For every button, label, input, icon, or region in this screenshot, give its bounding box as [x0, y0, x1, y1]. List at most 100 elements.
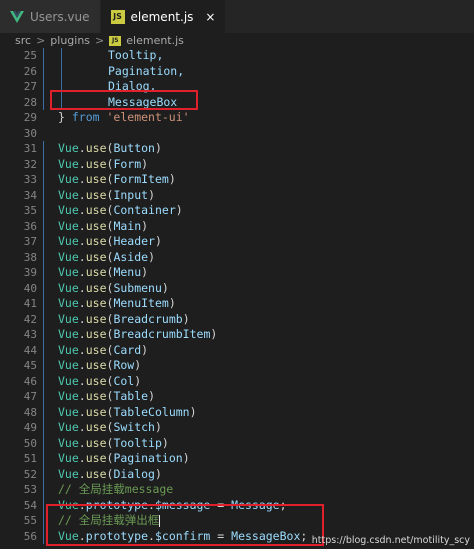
- line-number: 42: [23, 312, 37, 326]
- line-number: 56: [23, 529, 37, 543]
- code-text: Vue.use(Submenu): [58, 280, 169, 295]
- line-number: 40: [23, 281, 37, 295]
- code-text: Vue.use(Menu): [58, 265, 149, 279]
- code-comment: // 全局挂载message: [58, 482, 174, 496]
- line-number: 55: [23, 514, 37, 527]
- vue-icon: [10, 10, 24, 23]
- code-text: Vue.use(Container): [58, 203, 183, 217]
- line-number: 31: [23, 142, 37, 155]
- line-number: 28: [23, 95, 37, 109]
- line-number: 32: [23, 157, 37, 171]
- line-number: 53: [23, 483, 37, 496]
- code-line[interactable]: 42 Vue.use(Breadcrumb): [0, 312, 474, 328]
- line-number: 47: [23, 390, 37, 403]
- code-line[interactable]: 43 Vue.use(BreadcrumbItem): [0, 327, 474, 343]
- js-icon: JS: [109, 35, 122, 46]
- breadcrumb: src > plugins > JS element.js: [0, 33, 474, 48]
- code-text: Vue.use(TableColumn): [58, 404, 197, 419]
- code-text: Vue.use(Aside): [58, 249, 155, 264]
- code-text: Vue.use(Col): [58, 373, 142, 388]
- highlight-box-messagebox-import: [50, 90, 198, 110]
- code-text: Vue.use(Button): [58, 141, 162, 155]
- code-text: Vue.use(Main): [58, 218, 149, 233]
- code-line[interactable]: 47 Vue.use(Table): [0, 389, 474, 405]
- code-line[interactable]: 36 Vue.use(Main): [0, 219, 474, 235]
- line-number: 48: [23, 405, 37, 419]
- line-number: 54: [23, 498, 37, 512]
- code-line[interactable]: 40 Vue.use(Submenu): [0, 281, 474, 297]
- vscode-window: Users.vue JS element.js × src > plugins …: [0, 0, 474, 549]
- code-line[interactable]: 32 Vue.use(Form): [0, 157, 474, 173]
- code-line[interactable]: 31 Vue.use(Button): [0, 141, 474, 157]
- line-number: 50: [23, 436, 37, 450]
- code-text: Vue.use(Row): [58, 358, 142, 372]
- line-number: 26: [23, 64, 37, 78]
- code-line[interactable]: 44 Vue.use(Card): [0, 343, 474, 359]
- code-line[interactable]: 51 Vue.use(Pagination): [0, 451, 474, 467]
- line-number: 30: [23, 126, 37, 140]
- line-number: 37: [23, 235, 37, 248]
- line-number: 49: [23, 421, 37, 434]
- code-editor[interactable]: 25 Tooltip, 26 Pagination, 27 Dialog, 28 Mes…: [0, 48, 474, 549]
- code-text: Vue.use(Input): [58, 187, 155, 202]
- breadcrumb-item-file[interactable]: element.js: [126, 34, 184, 47]
- breadcrumb-separator: >: [95, 34, 105, 47]
- code-text: Vue.use(Card): [58, 342, 149, 357]
- code-line[interactable]: 49 Vue.use(Switch): [0, 420, 474, 436]
- line-number: 43: [23, 328, 37, 341]
- code-text: Vue.use(Breadcrumb): [58, 311, 190, 326]
- code-text: Tooltip,: [108, 48, 164, 62]
- breadcrumb-item-plugins[interactable]: plugins: [50, 34, 90, 47]
- code-text: Vue.use(Header): [58, 234, 162, 248]
- code-line[interactable]: 34 Vue.use(Input): [0, 188, 474, 204]
- code-text: Vue.use(Dialog): [58, 466, 162, 481]
- line-number: 33: [23, 173, 37, 186]
- code-text: Pagination,: [108, 63, 185, 78]
- code-line[interactable]: 39 Vue.use(Menu): [0, 265, 474, 281]
- code-line[interactable]: 52 Vue.use(Dialog): [0, 467, 474, 483]
- code-line[interactable]: 38 Vue.use(Aside): [0, 250, 474, 266]
- code-text: } from 'element-ui': [58, 110, 190, 124]
- line-number: 38: [23, 250, 37, 264]
- line-number: 51: [23, 452, 37, 465]
- tab-element-js[interactable]: JS element.js ×: [100, 0, 227, 33]
- highlight-box-confirm: [46, 504, 324, 546]
- breadcrumb-separator: >: [36, 34, 46, 47]
- code-line[interactable]: 25 Tooltip,: [0, 48, 474, 64]
- code-text: Vue.use(BreadcrumbItem): [58, 327, 218, 341]
- line-number: 44: [23, 343, 37, 357]
- tab-label: element.js: [130, 9, 194, 24]
- code-text: Vue.use(FormItem): [58, 172, 176, 186]
- code-line[interactable]: 33 Vue.use(FormItem): [0, 172, 474, 188]
- line-number: 36: [23, 219, 37, 233]
- code-text: Vue.use(Tooltip): [58, 435, 169, 450]
- code-line[interactable]: 48 Vue.use(TableColumn): [0, 405, 474, 421]
- watermark: https://blog.csdn.net/motility_scy: [311, 535, 470, 546]
- code-line[interactable]: 46 Vue.use(Col): [0, 374, 474, 390]
- tab-label: Users.vue: [30, 9, 90, 24]
- code-line[interactable]: 37 Vue.use(Header): [0, 234, 474, 250]
- code-text: Vue.use(Pagination): [58, 451, 190, 465]
- line-number: 29: [23, 111, 37, 124]
- code-line[interactable]: 41 Vue.use(MenuItem): [0, 296, 474, 312]
- close-icon[interactable]: ×: [205, 10, 215, 24]
- line-number: 35: [23, 204, 37, 217]
- code-text: Vue.use(Table): [58, 389, 155, 403]
- line-number: 25: [23, 49, 37, 62]
- code-line[interactable]: 53 // 全局挂载message: [0, 482, 474, 498]
- code-line[interactable]: 35 Vue.use(Container): [0, 203, 474, 219]
- breadcrumb-item-src[interactable]: src: [15, 34, 31, 47]
- line-number: 52: [23, 467, 37, 481]
- tab-bar: Users.vue JS element.js ×: [0, 0, 474, 33]
- code-line[interactable]: 29 } from 'element-ui': [0, 110, 474, 126]
- code-line[interactable]: 50 Vue.use(Tooltip): [0, 436, 474, 452]
- code-line[interactable]: 30: [0, 126, 474, 142]
- tab-users-vue[interactable]: Users.vue: [0, 0, 101, 33]
- code-line[interactable]: 26 Pagination,: [0, 64, 474, 80]
- code-text: Vue.use(Switch): [58, 420, 162, 434]
- code-text: Vue.use(Form): [58, 156, 149, 171]
- code-line[interactable]: 45 Vue.use(Row): [0, 358, 474, 374]
- code-text: Vue.use(MenuItem): [58, 296, 176, 310]
- line-number: 41: [23, 297, 37, 310]
- line-number: 27: [23, 80, 37, 93]
